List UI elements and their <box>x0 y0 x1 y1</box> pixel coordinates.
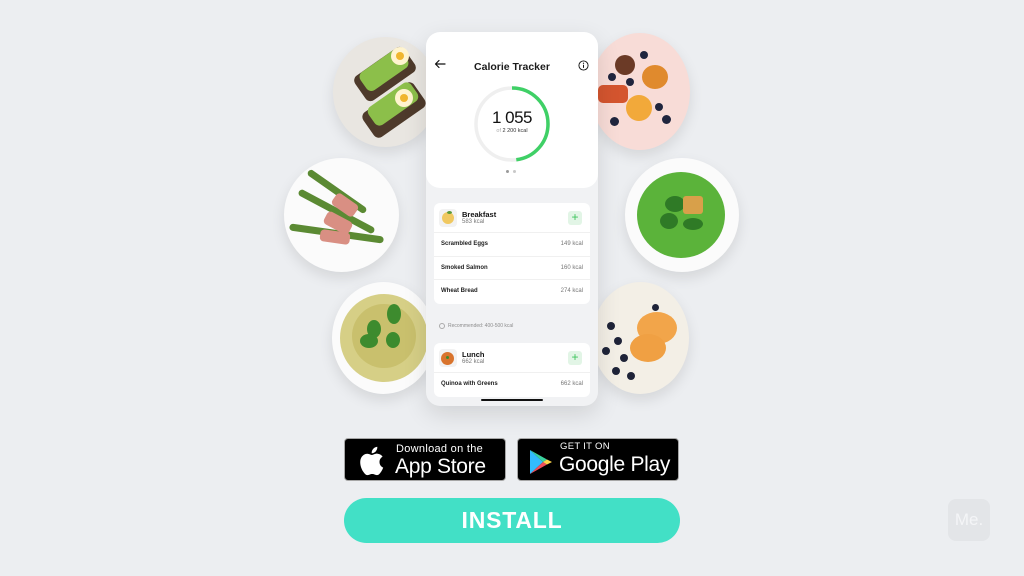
google-play-label: Google Play <box>559 453 671 476</box>
pesto-pasta-plate <box>332 282 435 394</box>
info-circle-icon[interactable] <box>578 60 589 71</box>
food-name: Scrambled Eggs <box>441 241 489 247</box>
tomato-blueberry-plate <box>590 33 690 150</box>
food-name: Wheat Bread <box>441 288 478 294</box>
food-row[interactable]: Wheat Bread 274 kcal <box>434 280 590 304</box>
food-row[interactable]: Smoked Salmon 160 kcal <box>434 257 590 280</box>
lunch-thumbnail <box>439 349 457 367</box>
calories-consumed: 1 055 <box>491 108 533 127</box>
meal-header: Lunch 662 kcal + <box>434 343 590 373</box>
install-button[interactable]: INSTALL <box>344 498 680 543</box>
summary-panel: Calorie Tracker 1 055 of 2 200 kcal <box>426 32 598 188</box>
recommendation-text: Recommended: 400-500 kcal <box>448 323 514 329</box>
page-indicator <box>506 170 516 173</box>
google-play-button[interactable]: GET IT ON Google Play <box>517 438 679 481</box>
green-soup-plate <box>625 158 739 272</box>
page-dot[interactable] <box>513 170 516 173</box>
google-play-icon <box>530 450 552 474</box>
phone-screen: Calorie Tracker 1 055 of 2 200 kcal Brea… <box>426 32 598 406</box>
home-indicator <box>481 399 543 401</box>
breakfast-thumbnail <box>439 209 457 227</box>
food-name: Smoked Salmon <box>441 264 488 271</box>
avocado-toast-plate <box>333 37 438 147</box>
apple-logo-icon <box>360 446 384 476</box>
food-kcal: 149 kcal <box>560 241 583 247</box>
oatmeal-peach-plate <box>592 282 689 394</box>
add-food-button[interactable]: + <box>568 351 582 365</box>
page-title: Calorie Tracker <box>474 61 550 73</box>
meal-kcal: 583 kcal <box>462 219 485 225</box>
meal-card-lunch: Lunch 662 kcal + Quinoa with Greens 662 … <box>434 343 590 397</box>
food-name: Quinoa with Greens <box>441 381 498 387</box>
food-kcal: 274 kcal <box>560 288 583 294</box>
page-dot[interactable] <box>506 170 509 173</box>
me-watermark-logo: Me. <box>948 499 990 541</box>
app-store-caption: Download on the <box>396 443 484 455</box>
meal-name: Breakfast <box>462 210 497 219</box>
add-food-button[interactable]: + <box>568 211 582 225</box>
google-play-caption: GET IT ON <box>560 441 610 452</box>
food-kcal: 160 kcal <box>560 264 583 271</box>
asparagus-bacon-plate <box>284 158 399 272</box>
meal-kcal: 662 kcal <box>462 359 485 365</box>
food-row[interactable]: Quinoa with Greens 662 kcal <box>434 373 590 397</box>
meal-header: Breakfast 583 kcal + <box>434 203 590 233</box>
food-row[interactable]: Scrambled Eggs 149 kcal <box>434 233 590 257</box>
meal-card-breakfast: Breakfast 583 kcal + Scrambled Eggs 149 … <box>434 203 590 304</box>
calorie-goal: of 2 200 kcal <box>426 128 598 134</box>
meal-name: Lunch <box>462 350 485 359</box>
food-kcal: 662 kcal <box>560 381 583 387</box>
goal-value: 2 200 kcal <box>502 128 528 134</box>
info-circle-icon <box>439 323 445 329</box>
of-label: of <box>496 128 501 134</box>
app-store-label: App Store <box>395 455 486 478</box>
app-store-button[interactable]: Download on the App Store <box>344 438 506 481</box>
recommendation-note: Recommended: 400-500 kcal <box>439 323 513 329</box>
